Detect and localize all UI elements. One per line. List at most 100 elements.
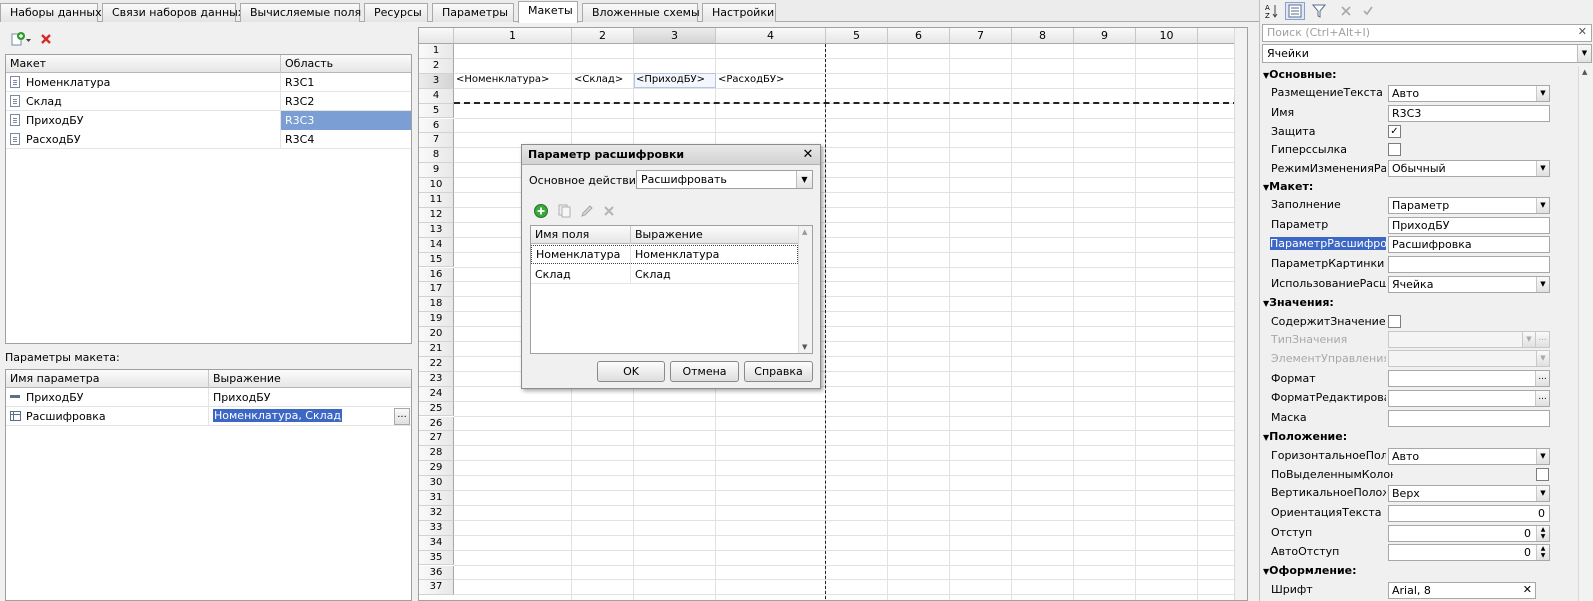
row-header[interactable]: 1 [419,44,454,59]
param-expression-cell[interactable]: Номенклатура, Склад [209,407,393,426]
prop-picture-param-field[interactable] [1388,256,1550,273]
prop-v-align[interactable]: Верх ▼ [1388,485,1550,502]
delete-row-button[interactable] [599,202,619,220]
row-header[interactable]: 9 [419,163,454,179]
table-row[interactable]: Склад Склад [531,265,798,284]
column-header-8[interactable]: 8 [1012,28,1074,44]
column-header-10[interactable]: 10 [1136,28,1198,44]
cancel-button[interactable]: Отмена [670,361,739,382]
close-icon[interactable]: ✕ [800,147,816,163]
vertical-scrollbar[interactable]: ▲ [1578,66,1592,601]
row-header[interactable]: 32 [419,505,454,521]
row-header[interactable]: 24 [419,386,454,402]
scroll-down-icon[interactable]: ▼ [802,343,807,351]
select-button[interactable]: ... [394,408,410,425]
prop-fill[interactable]: Параметр ▼ [1388,197,1550,214]
row-header[interactable]: 11 [419,193,454,208]
search-input[interactable]: Поиск (Ctrl+Alt+I) ✕ [1262,24,1592,42]
row-header[interactable]: 31 [419,491,454,506]
prop-auto-indent-field[interactable]: 0 ▲ ▼ [1388,544,1550,561]
prop-font-field[interactable]: Arial, 8 ✕ [1388,582,1536,599]
add-row-button[interactable] [531,202,551,220]
section-values[interactable]: ▼Значения: [1263,296,1334,309]
row-header[interactable]: 37 [419,580,454,596]
section-main[interactable]: ▼Основные: [1263,68,1337,81]
prop-h-align[interactable]: Авто ▼ [1388,448,1550,465]
chevron-down-icon[interactable]: ▼ [1577,45,1591,62]
sort-alpha-button[interactable]: AZ [1262,2,1282,20]
column-header-2[interactable]: 2 [572,28,634,44]
table-row[interactable]: Номенклатура R3C1 [6,73,411,92]
row-header[interactable]: 15 [419,252,454,268]
column-header-6[interactable]: 6 [888,28,950,44]
cell-r3c4[interactable]: <РасходБУ> [716,73,826,88]
prop-text-orientation-field[interactable]: 0 [1388,505,1550,522]
column-header[interactable]: Выражение [209,370,411,388]
row-header[interactable]: 36 [419,565,454,581]
row-header[interactable]: 20 [419,327,454,342]
row-header[interactable]: 3 [419,73,454,89]
main-action-select[interactable]: Расшифровать ▼ [636,170,813,189]
prop-format-field[interactable]: ... [1388,370,1550,387]
categories-button[interactable] [1285,2,1305,20]
protection-checkbox[interactable]: ✓ [1388,125,1401,138]
row-header[interactable]: 7 [419,133,454,149]
chevron-down-icon[interactable]: ▼ [1536,86,1549,101]
column-header[interactable]: Имя поля [531,226,631,244]
prop-text-placement[interactable]: Авто ▼ [1388,85,1550,102]
tab-layouts[interactable]: Макеты [518,1,578,23]
chevron-down-icon[interactable]: ▼ [1536,449,1549,464]
filter-button[interactable] [1309,2,1329,20]
row-header[interactable]: 21 [419,342,454,357]
chevron-down-icon[interactable]: ▼ [1536,161,1549,176]
row-header[interactable]: 33 [419,520,454,536]
vertical-scrollbar[interactable]: ▲ ▼ [798,226,812,353]
column-header[interactable]: Область [281,55,411,73]
row-header[interactable]: 34 [419,535,454,551]
table-row-selected[interactable]: ПриходБУ R3C3 [6,111,411,130]
row-header[interactable]: 14 [419,237,454,253]
prop-parameter-field[interactable]: ПриходБУ [1388,217,1550,234]
row-header[interactable]: 12 [419,207,454,223]
close-icon[interactable]: ✕ [1523,583,1532,596]
row-header[interactable]: 4 [419,88,454,104]
ok-button[interactable]: OK [597,361,665,382]
close-icon[interactable]: ✕ [1578,25,1587,38]
row-header[interactable]: 35 [419,550,454,566]
delete-layout-button[interactable] [36,30,56,48]
chevron-down-icon[interactable]: ▼ [1536,277,1549,292]
prop-size-mode[interactable]: Обычный ▼ [1388,160,1550,177]
row-header[interactable]: 29 [419,461,454,477]
hyperlink-checkbox[interactable] [1388,143,1401,156]
scroll-up-icon[interactable]: ▲ [802,228,807,236]
table-row[interactable]: Расшифровка Номенклатура, Склад ... [6,407,411,426]
copy-row-button[interactable] [555,202,575,220]
cell-r3c3[interactable]: <ПриходБУ> [634,73,716,88]
prop-detail-use[interactable]: Ячейка ▼ [1388,276,1550,293]
column-header[interactable]: Выражение [631,226,798,244]
contains-value-checkbox[interactable] [1388,315,1401,328]
prop-indent-field[interactable]: 0 ▲ ▼ [1388,525,1550,542]
cell-r3c2[interactable]: <Склад> [572,73,634,88]
spinner-icon[interactable]: ▲ ▼ [1536,526,1549,541]
by-selected-cols-checkbox[interactable] [1536,468,1549,481]
corner-cell[interactable] [419,28,454,44]
column-header-7[interactable]: 7 [950,28,1012,44]
row-header[interactable]: 6 [419,118,454,134]
row-header[interactable]: 19 [419,312,454,328]
row-header[interactable]: 30 [419,476,454,491]
row-header[interactable]: 28 [419,446,454,462]
tab-resources[interactable]: Ресурсы [364,3,428,22]
row-header[interactable]: 2 [419,58,454,74]
chevron-down-icon[interactable]: ▼ [1536,486,1549,501]
row-header[interactable]: 25 [419,401,454,417]
row-header[interactable]: 17 [419,282,454,298]
row-header[interactable]: 5 [419,103,454,119]
prop-detail-param-field[interactable]: Расшифровка [1388,236,1550,253]
table-row[interactable]: Склад R3C2 [6,92,411,111]
column-header-1[interactable]: 1 [454,28,572,44]
column-header[interactable]: Макет [6,55,281,73]
add-layout-button[interactable] [8,30,34,48]
row-header[interactable]: 10 [419,178,454,193]
section-layout[interactable]: ▼Макет: [1263,180,1313,193]
